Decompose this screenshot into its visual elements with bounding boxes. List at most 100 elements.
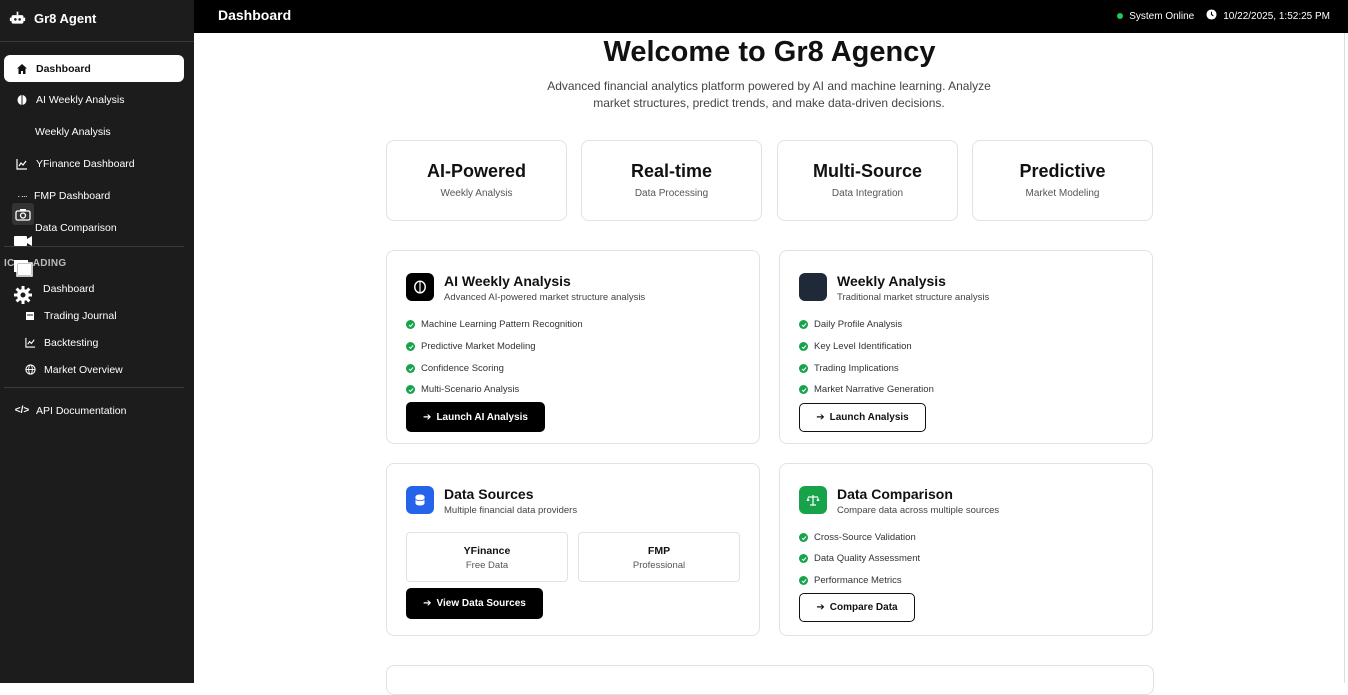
dots-icon: · ··· bbox=[17, 190, 28, 201]
status-dot-icon bbox=[1117, 13, 1124, 19]
sidebar-item-label: Trading Journal bbox=[44, 309, 117, 322]
feature-item: Cross-Source Validation bbox=[799, 532, 916, 543]
stat-value: Multi-Source bbox=[812, 161, 922, 181]
window-icon[interactable] bbox=[12, 257, 34, 279]
stat-label: Weekly Analysis bbox=[440, 188, 513, 199]
feature-item: Daily Profile Analysis bbox=[799, 319, 902, 330]
feature-label: Key Level Identification bbox=[814, 341, 912, 352]
card-header: Data Sources Multiple financial data pro… bbox=[406, 486, 577, 516]
divider bbox=[0, 41, 194, 42]
feature-label: Data Quality Assessment bbox=[814, 553, 921, 564]
camera-icon[interactable] bbox=[12, 203, 34, 225]
card-header: Data Comparison Compare data across mult… bbox=[799, 486, 999, 516]
analysis-icon bbox=[799, 273, 827, 301]
brain-icon bbox=[16, 94, 28, 106]
feature-item: Predictive Market Modeling bbox=[406, 341, 536, 352]
feature-item: Performance Metrics bbox=[799, 575, 902, 586]
data-comparison-card: Data Comparison Compare data across mult… bbox=[779, 463, 1153, 636]
gear-icon[interactable] bbox=[12, 284, 34, 306]
divider bbox=[4, 387, 184, 388]
card-description: Compare data across multiple sources bbox=[837, 505, 1000, 516]
feature-item: Data Quality Assessment bbox=[799, 553, 920, 564]
stat-card: Predictive Market Modeling bbox=[972, 140, 1153, 221]
sidebar-item-dashboard[interactable]: Dashboard bbox=[4, 55, 184, 82]
feature-label: Predictive Market Modeling bbox=[421, 341, 536, 352]
scale-icon bbox=[799, 486, 827, 514]
brain-icon bbox=[406, 273, 434, 301]
sidebar-item-yfinance-dashboard[interactable]: YFinance Dashboard bbox=[4, 150, 184, 177]
source-fmp[interactable]: FMP Professional bbox=[578, 532, 740, 582]
page-title: Dashboard bbox=[218, 7, 292, 23]
feature-item: Multi-Scenario Analysis bbox=[406, 384, 519, 395]
arrow-right-icon: ➔ bbox=[816, 602, 825, 613]
stat-label: Data Processing bbox=[634, 188, 709, 199]
sidebar-item-ai-weekly-analysis[interactable]: AI Weekly Analysis bbox=[4, 86, 184, 113]
check-icon bbox=[406, 364, 415, 373]
video-icon[interactable] bbox=[12, 230, 34, 252]
sidebar-item-trading-journal[interactable]: Trading Journal bbox=[4, 302, 184, 329]
check-icon bbox=[799, 554, 808, 563]
stat-value: Predictive bbox=[1019, 161, 1106, 181]
arrow-right-icon: ➔ bbox=[423, 411, 432, 423]
launch-ai-analysis-button[interactable]: ➔ Launch AI Analysis bbox=[406, 402, 545, 432]
source-name: FMP bbox=[647, 545, 671, 557]
view-data-sources-button[interactable]: ➔ View Data Sources bbox=[406, 588, 543, 619]
sidebar-item-label: YFinance Dashboard bbox=[36, 157, 135, 170]
stat-value: AI-Powered bbox=[426, 161, 527, 181]
feature-label: Machine Learning Pattern Recognition bbox=[421, 319, 583, 330]
stat-card: Multi-Source Data Integration bbox=[777, 140, 958, 221]
source-yfinance[interactable]: YFinance Free Data bbox=[406, 532, 568, 582]
sidebar-item-label: Data Comparison bbox=[35, 221, 117, 234]
check-icon bbox=[799, 364, 808, 373]
compare-data-button[interactable]: ➔ Compare Data bbox=[799, 593, 915, 622]
stat-card: Real-time Data Processing bbox=[581, 140, 762, 221]
card-header: AI Weekly Analysis Advanced AI-powered m… bbox=[406, 273, 645, 303]
clock-icon bbox=[1206, 9, 1217, 23]
button-label: Launch Analysis bbox=[829, 412, 909, 423]
sidebar: Gr8 Agent Dashboard AI Weekly Analysis W… bbox=[0, 0, 194, 683]
sidebar-item-label: API Documentation bbox=[36, 404, 127, 417]
source-name: YFinance bbox=[463, 545, 511, 557]
partial-card bbox=[386, 665, 1154, 695]
feature-label: Daily Profile Analysis bbox=[814, 319, 903, 330]
card-title: Data Sources bbox=[444, 486, 534, 502]
check-icon bbox=[799, 385, 808, 394]
sidebar-item-weekly-analysis[interactable]: Weekly Analysis bbox=[4, 118, 184, 145]
stat-label: Market Modeling bbox=[1025, 188, 1100, 199]
button-label: View Data Sources bbox=[436, 598, 526, 609]
source-desc: Free Data bbox=[465, 560, 509, 571]
check-icon bbox=[799, 320, 808, 329]
check-icon bbox=[406, 385, 415, 394]
home-icon bbox=[16, 63, 28, 75]
stat-card: AI-Powered Weekly Analysis bbox=[386, 140, 567, 221]
chart-line-icon bbox=[24, 337, 36, 349]
card-title: AI Weekly Analysis bbox=[444, 273, 571, 289]
feature-item: Market Narrative Generation bbox=[799, 384, 934, 395]
sidebar-item-label: AI Weekly Analysis bbox=[36, 93, 125, 106]
brand[interactable]: Gr8 Agent bbox=[9, 10, 96, 27]
sidebar-item-market-overview[interactable]: Market Overview bbox=[4, 356, 184, 383]
globe-icon bbox=[24, 364, 36, 376]
check-icon bbox=[799, 576, 808, 585]
topbar: Dashboard System Online 10/22/2025, 1:52… bbox=[194, 0, 1348, 33]
card-title: Data Comparison bbox=[837, 486, 953, 502]
sidebar-item-label: Backtesting bbox=[44, 336, 99, 349]
launch-analysis-button[interactable]: ➔ Launch Analysis bbox=[799, 403, 926, 432]
journal-icon bbox=[24, 310, 36, 322]
feature-label: Market Narrative Generation bbox=[814, 384, 934, 395]
card-description: Advanced AI-powered market structure ana… bbox=[444, 292, 646, 303]
sidebar-item-label: Market Overview bbox=[44, 363, 123, 376]
datetime: 10/22/2025, 1:52:25 PM bbox=[1223, 10, 1330, 22]
status-text: System Online bbox=[1129, 10, 1195, 22]
sidebar-item-label: FMP Dashboard bbox=[34, 189, 111, 202]
sidebar-item-backtesting[interactable]: Backtesting bbox=[4, 329, 184, 356]
weekly-analysis-card: Weekly Analysis Traditional market struc… bbox=[779, 250, 1153, 444]
card-description: Multiple financial data providers bbox=[444, 505, 578, 516]
card-title: Weekly Analysis bbox=[837, 273, 946, 289]
arrow-right-icon: ➔ bbox=[423, 598, 432, 609]
sidebar-item-api-documentation[interactable]: </> API Documentation bbox=[4, 397, 184, 424]
hero-subtitle: Advanced financial analytics platform po… bbox=[547, 79, 991, 110]
sidebar-item-label: Dashboard bbox=[36, 62, 91, 75]
data-sources-card: Data Sources Multiple financial data pro… bbox=[386, 463, 760, 636]
feature-item: Machine Learning Pattern Recognition bbox=[406, 319, 583, 330]
